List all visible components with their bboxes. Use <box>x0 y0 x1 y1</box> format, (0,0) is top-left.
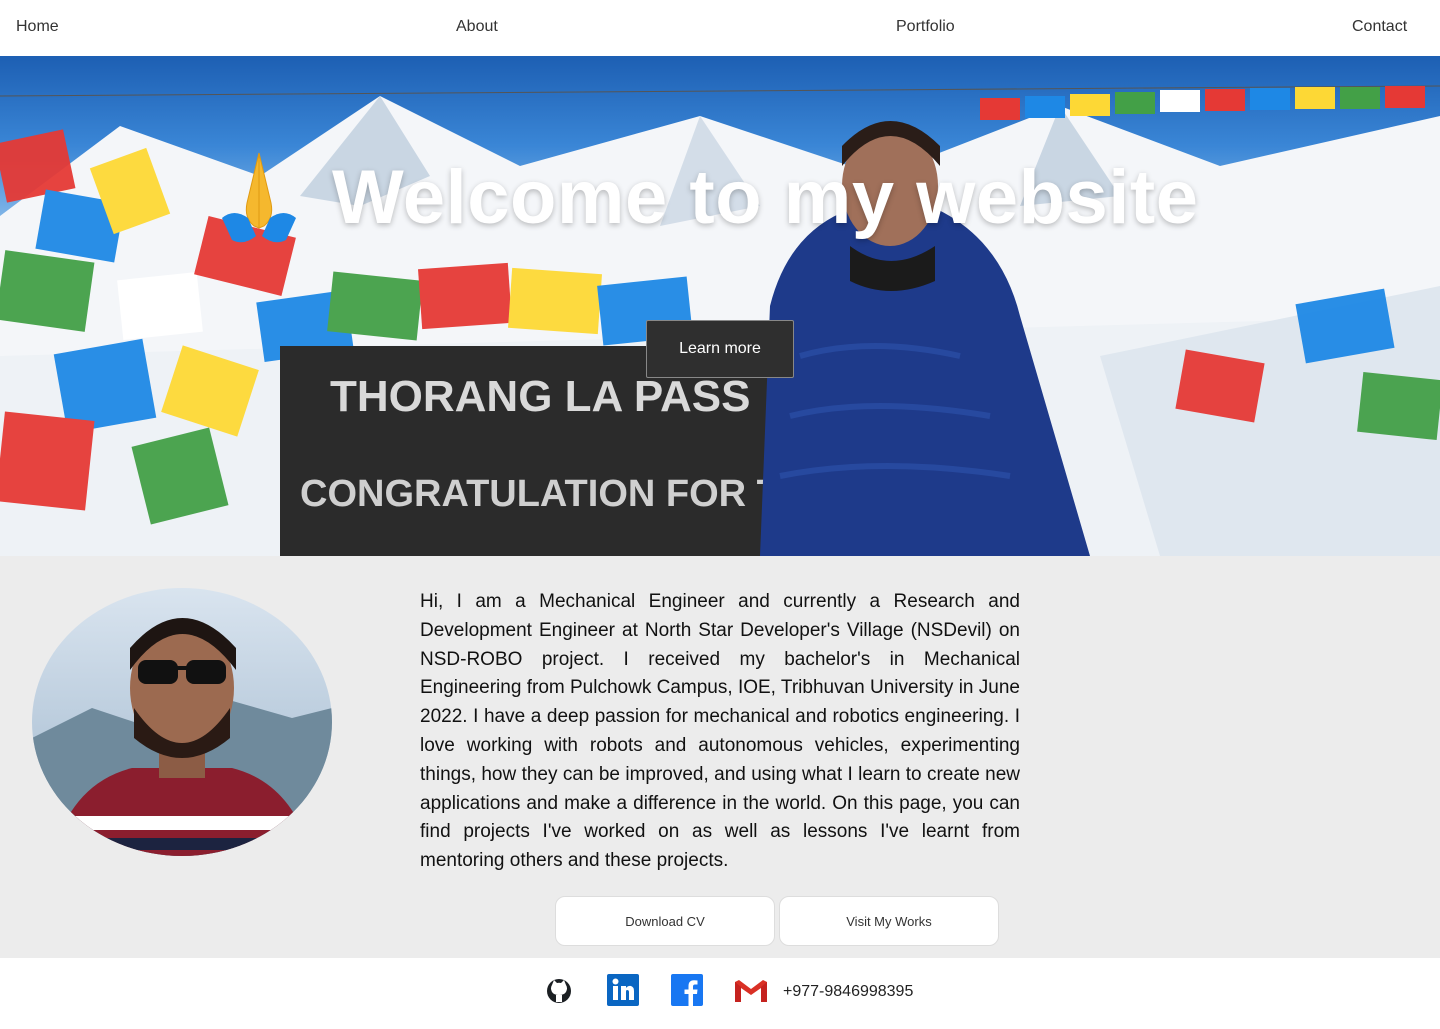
nav-home[interactable]: Home <box>16 18 59 36</box>
hero-banner: THORANG LA PASS CONGRATULATION FOR THE S… <box>0 56 1440 556</box>
visit-works-button[interactable]: Visit My Works <box>779 896 999 946</box>
profile-avatar <box>32 588 332 856</box>
nav-portfolio[interactable]: Portfolio <box>896 18 955 36</box>
facebook-icon[interactable] <box>671 974 703 1006</box>
download-cv-button[interactable]: Download CV <box>555 896 775 946</box>
sign-line-1: THORANG LA PASS <box>330 372 750 421</box>
hero-background-photo: THORANG LA PASS CONGRATULATION FOR THE S… <box>0 85 1440 556</box>
phone-number: +977-9846998395 <box>783 983 914 1000</box>
footer: +977-9846998395 <box>0 958 1440 1029</box>
github-icon[interactable] <box>543 974 575 1006</box>
nav-about[interactable]: About <box>456 18 498 36</box>
hero-title: Welcome to my website <box>332 155 1199 240</box>
nav-contact[interactable]: Contact <box>1352 18 1407 36</box>
folded-hands-icon <box>214 148 304 253</box>
linkedin-icon[interactable] <box>607 974 639 1006</box>
top-nav: Home About Portfolio Contact <box>0 0 1440 56</box>
gmail-icon[interactable] <box>735 974 767 1006</box>
bio-paragraph: Hi, I am a Mechanical Engineer and curre… <box>420 591 1020 872</box>
learn-more-button[interactable]: Learn more <box>646 320 794 378</box>
